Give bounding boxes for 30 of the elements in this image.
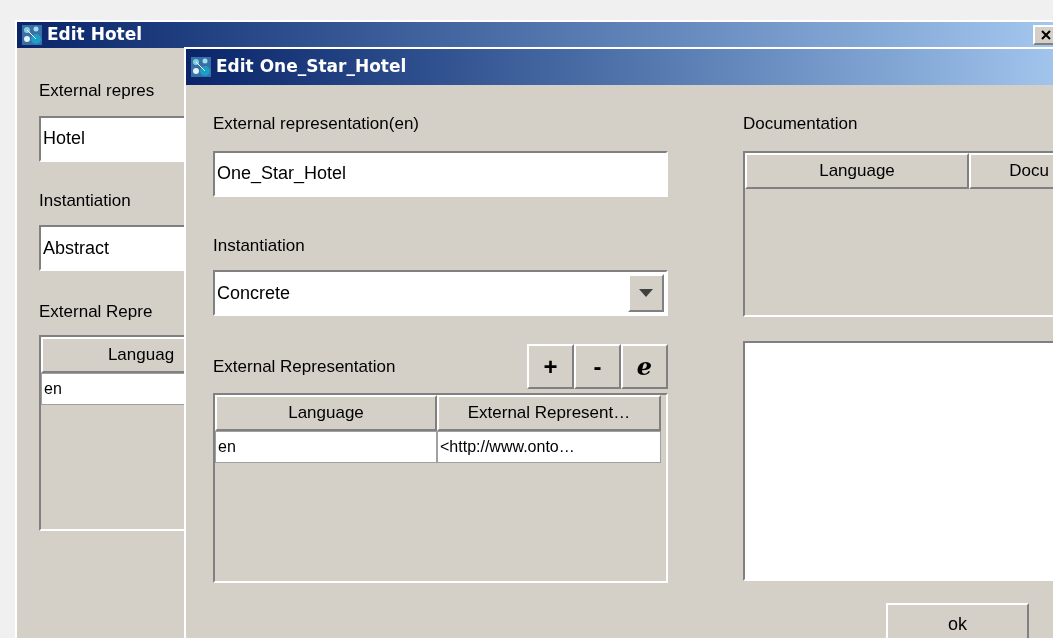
field-label: Instantiation <box>213 234 306 257</box>
field-label: Documentation <box>743 113 859 135</box>
field-label: Instantiation <box>39 189 132 212</box>
window-title: Edit One_Star_Hotel <box>216 55 407 79</box>
app-icon <box>190 56 212 78</box>
window-title: Edit Hotel <box>47 23 143 47</box>
section-label: External Representation <box>213 355 397 378</box>
toolbar-button[interactable]: - <box>574 344 621 389</box>
section-label: External Repre <box>39 301 154 323</box>
field-label: External representation(en) <box>213 113 420 135</box>
column-header[interactable]: External Represent… <box>437 395 661 431</box>
dropdown[interactable]: Concrete <box>213 270 668 316</box>
text-field[interactable]: One_Star_Hotel <box>213 150 668 197</box>
close-button[interactable] <box>1033 25 1053 45</box>
ok-button[interactable]: ok <box>886 602 1029 638</box>
table-cell: <http://www.onto… <box>437 431 661 463</box>
text-field[interactable]: Hotel <box>39 115 185 162</box>
app-icon <box>21 24 43 46</box>
column-header[interactable]: Docu <box>969 152 1053 189</box>
field-label: External repres <box>39 80 156 102</box>
column-header[interactable]: Language <box>215 395 437 431</box>
toolbar-button[interactable]: + <box>527 344 574 389</box>
column-header[interactable]: Language <box>745 152 969 189</box>
dropdown-arrow-icon <box>639 289 653 297</box>
table-cell: en <box>215 431 437 463</box>
column-header[interactable]: Languag <box>41 336 185 373</box>
close-icon <box>1041 30 1051 40</box>
toolbar-button[interactable]: e <box>621 344 668 389</box>
table-cell: en <box>41 372 185 405</box>
text-field[interactable]: Abstract <box>39 225 185 271</box>
